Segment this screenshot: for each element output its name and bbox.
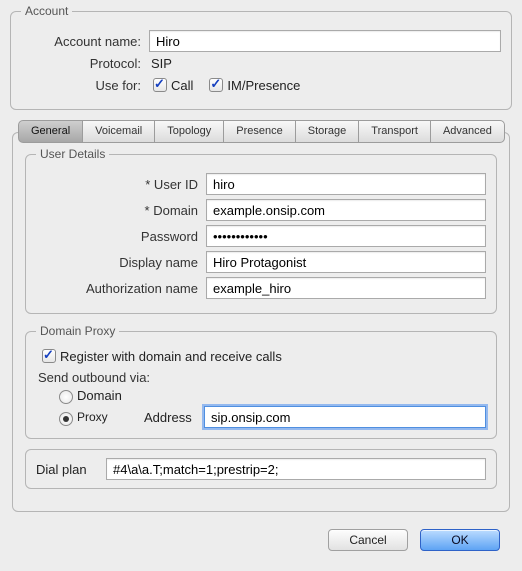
user-details-group: User Details * User ID * Domain Password… [25,147,497,314]
register-checkbox-row[interactable]: Register with domain and receive calls [38,346,282,366]
ok-button[interactable]: OK [420,529,500,551]
usefor-label: Use for: [21,78,149,93]
proxy-address-input[interactable] [204,406,486,428]
account-name-input[interactable] [149,30,501,52]
cancel-button[interactable]: Cancel [328,529,408,551]
tab-voicemail[interactable]: Voicemail [82,120,155,143]
account-name-label: Account name: [21,34,149,49]
display-name-label: Display name [36,255,206,270]
usefor-call[interactable]: Call [149,75,193,95]
user-details-legend: User Details [36,147,109,161]
usefor-call-checkbox[interactable] [153,78,167,92]
auth-name-input[interactable] [206,277,486,299]
display-name-input[interactable] [206,251,486,273]
tab-presence[interactable]: Presence [223,120,295,143]
protocol-label: Protocol: [21,56,149,71]
userid-input[interactable] [206,173,486,195]
password-input[interactable] [206,225,486,247]
account-legend: Account [21,4,72,18]
via-proxy-radio[interactable] [59,412,73,426]
domain-proxy-group: Domain Proxy Register with domain and re… [25,324,497,439]
dial-plan-group: Dial plan [25,449,497,489]
tab-bar: General Voicemail Topology Presence Stor… [18,120,504,143]
via-proxy[interactable]: Proxy [54,409,108,426]
via-domain-radio[interactable] [59,390,73,404]
register-checkbox[interactable] [42,349,56,363]
proxy-address-label: Address [144,410,204,425]
auth-name-label: Authorization name [36,281,206,296]
tab-body-general: User Details * User ID * Domain Password… [12,132,510,512]
protocol-value: SIP [149,56,172,71]
tab-topology[interactable]: Topology [154,120,224,143]
usefor-im[interactable]: IM/Presence [205,75,300,95]
domain-label: * Domain [36,203,206,218]
userid-label: * User ID [36,177,206,192]
domain-proxy-legend: Domain Proxy [36,324,119,338]
dial-plan-label: Dial plan [36,462,106,477]
tab-advanced[interactable]: Advanced [430,120,505,143]
domain-input[interactable] [206,199,486,221]
via-domain[interactable]: Domain [54,387,122,404]
send-via-label: Send outbound via: [38,370,486,385]
password-label: Password [36,229,206,244]
account-group: Account Account name: Protocol: SIP Use … [10,4,512,110]
dial-plan-input[interactable] [106,458,486,480]
tab-general[interactable]: General [18,120,83,143]
tab-storage[interactable]: Storage [295,120,360,143]
usefor-im-checkbox[interactable] [209,78,223,92]
tab-transport[interactable]: Transport [358,120,431,143]
